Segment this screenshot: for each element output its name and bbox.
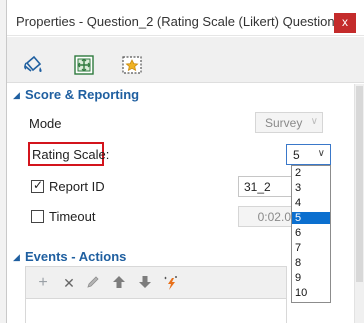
section-title: Score & Reporting <box>25 87 140 102</box>
rating-scale-dropdown-list[interactable]: 2 3 4 5 6 7 8 9 10 <box>291 165 331 303</box>
dropdown-option[interactable]: 10 <box>292 287 330 299</box>
report-id-label: Report ID <box>49 179 105 194</box>
dropdown-option[interactable]: 4 <box>292 197 330 209</box>
scrollbar-thumb[interactable] <box>356 86 363 282</box>
mode-select: Survey ∨ <box>255 112 323 133</box>
score-reporting-header[interactable]: ◢ Score & Reporting <box>7 84 351 106</box>
title-bar: Properties - Question_2 (Rating Scale (L… <box>7 0 364 36</box>
mode-label: Mode <box>29 116 62 131</box>
dropdown-option[interactable]: 8 <box>292 257 330 269</box>
move-layout-icon[interactable] <box>73 54 95 76</box>
dropdown-option[interactable]: 6 <box>292 227 330 239</box>
dropdown-option[interactable]: 7 <box>292 242 330 254</box>
rating-scale-label: Rating Scale: <box>32 147 110 162</box>
sparkle-icon[interactable] <box>162 274 180 292</box>
mode-value: Survey <box>265 116 303 130</box>
report-id-checkbox[interactable]: ✓ <box>31 178 44 193</box>
section-title: Events - Actions <box>25 249 127 264</box>
move-down-icon[interactable] <box>136 274 154 292</box>
dropdown-option[interactable]: 3 <box>292 182 330 194</box>
timeout-checkbox[interactable] <box>31 210 44 223</box>
timeout-label: Timeout <box>49 209 96 224</box>
timeout-value: 0:02.0 <box>257 210 291 224</box>
paint-bucket-icon[interactable] <box>23 54 45 76</box>
properties-toolbar <box>7 37 364 83</box>
collapse-arrow-icon[interactable]: ◢ <box>13 252 20 263</box>
dropdown-option[interactable]: 5 <box>292 212 330 224</box>
report-id-input[interactable]: 31_2 <box>238 176 296 197</box>
dropdown-option[interactable]: 9 <box>292 272 330 284</box>
rating-scale-select[interactable]: 5 ∨ <box>286 144 331 165</box>
delete-icon[interactable]: ✕ <box>60 274 78 292</box>
edit-icon[interactable] <box>84 274 102 292</box>
chevron-down-icon: ∨ <box>317 148 325 159</box>
rating-scale-value: 5 <box>293 148 300 162</box>
report-id-value: 31_2 <box>244 180 271 194</box>
dropdown-option[interactable]: 2 <box>292 167 330 179</box>
add-icon[interactable]: + <box>34 274 52 292</box>
chevron-down-icon: ∨ <box>310 116 318 127</box>
actions-list[interactable] <box>25 299 287 323</box>
window-title: Properties - Question_2 (Rating Scale (L… <box>16 14 339 29</box>
collapse-arrow-icon[interactable]: ◢ <box>13 90 20 101</box>
checkmark-icon: ✓ <box>33 178 44 192</box>
close-button[interactable]: x <box>334 13 356 33</box>
properties-panel: Properties - Question_2 (Rating Scale (L… <box>6 0 364 323</box>
timeout-input: 0:02.0 <box>238 206 296 227</box>
move-up-icon[interactable] <box>110 274 128 292</box>
star-frame-icon[interactable] <box>121 54 143 76</box>
events-toolbar: + ✕ <box>25 266 287 299</box>
